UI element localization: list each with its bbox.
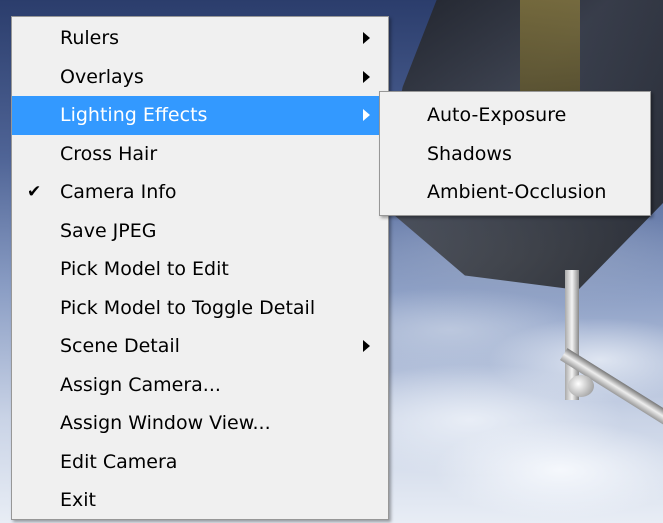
menu-item-lighting-effects[interactable]: Lighting Effects [12, 96, 388, 135]
robotic-arm-joint [568, 375, 594, 397]
menu-item-label: Scene Detail [60, 335, 180, 357]
menu-item-label: Assign Camera... [60, 373, 221, 396]
menu-item-label: Pick Model to Toggle Detail [60, 296, 316, 319]
submenu-item-label: Ambient-Occlusion [427, 181, 607, 203]
context-menu: Rulers Overlays Lighting Effects Cross H… [11, 16, 389, 520]
submenu-item-ambient-occlusion[interactable]: Ambient-Occlusion [380, 173, 650, 212]
menu-item-label: Rulers [60, 27, 120, 49]
submenu-arrow-icon [363, 109, 370, 122]
menu-item-label: Cross Hair [60, 142, 158, 165]
menu-item-scene-detail[interactable]: Scene Detail [12, 327, 388, 366]
menu-item-assign-window-view[interactable]: Assign Window View... [12, 404, 388, 443]
submenu-arrow-icon [363, 32, 370, 45]
menu-item-camera-info[interactable]: ✔ Camera Info [12, 173, 388, 212]
menu-item-edit-camera[interactable]: Edit Camera [12, 443, 388, 482]
checkmark-icon: ✔ [27, 182, 42, 202]
menu-item-label: Save JPEG [60, 219, 157, 242]
submenu-item-label: Auto-Exposure [427, 104, 567, 126]
menu-item-save-jpeg[interactable]: Save JPEG [12, 212, 388, 251]
menu-item-label: Pick Model to Edit [60, 258, 229, 280]
submenu-item-auto-exposure[interactable]: Auto-Exposure [380, 96, 650, 135]
menu-item-overlays[interactable]: Overlays [12, 58, 388, 97]
menu-item-pick-model-toggle-detail[interactable]: Pick Model to Toggle Detail [12, 289, 388, 328]
menu-item-label: Camera Info [60, 181, 177, 203]
menu-item-rulers[interactable]: Rulers [12, 19, 388, 58]
submenu-item-label: Shadows [427, 142, 512, 165]
lighting-effects-submenu: Auto-Exposure Shadows Ambient-Occlusion [379, 91, 651, 216]
submenu-item-shadows[interactable]: Shadows [380, 135, 650, 174]
menu-item-label: Assign Window View... [60, 412, 271, 434]
menu-item-label: Edit Camera [60, 450, 178, 473]
menu-item-cross-hair[interactable]: Cross Hair [12, 135, 388, 174]
menu-item-label: Exit [60, 489, 96, 511]
menu-item-label: Lighting Effects [60, 104, 208, 126]
submenu-arrow-icon [363, 340, 370, 353]
submenu-arrow-icon [363, 70, 370, 83]
menu-item-exit[interactable]: Exit [12, 481, 388, 520]
menu-item-pick-model-to-edit[interactable]: Pick Model to Edit [12, 250, 388, 289]
menu-item-assign-camera[interactable]: Assign Camera... [12, 366, 388, 405]
menu-item-label: Overlays [60, 65, 144, 88]
